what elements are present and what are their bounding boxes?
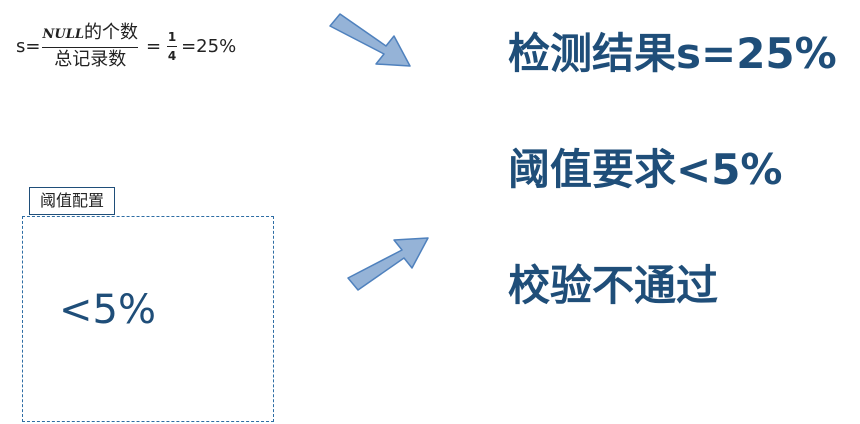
formula-equals: = — [145, 36, 162, 57]
formula-small-fraction: 1 4 — [167, 30, 178, 63]
config-box: <5% — [22, 216, 274, 422]
formula-denominator: 总记录数 — [54, 49, 127, 70]
formula-numerator-text: 的个数 — [83, 22, 138, 43]
result-detection: 检测结果s=25% — [508, 29, 837, 78]
arrow-up-right-icon — [347, 237, 429, 291]
formula-small-numerator: 1 — [167, 30, 177, 44]
arrow-down-right-icon — [329, 13, 411, 67]
formula-fraction: NULL的个数 总记录数 — [42, 22, 138, 71]
formula-lhs: s= — [16, 36, 41, 57]
formula-fraction-bar — [42, 47, 138, 48]
diagram-canvas: s= NULL的个数 总记录数 = 1 4 =25% 阈值配置 <5% 检测结果… — [0, 0, 860, 424]
formula-small-bar — [167, 46, 178, 47]
result-verdict: 校验不通过 — [508, 261, 719, 310]
config-threshold-value: <5% — [59, 287, 156, 333]
config-label: 阈值配置 — [29, 187, 116, 215]
formula: s= NULL的个数 总记录数 = 1 4 =25% — [16, 22, 236, 71]
result-threshold: 阈值要求<5% — [508, 145, 783, 194]
formula-result: =25% — [181, 36, 237, 57]
formula-small-denominator: 4 — [167, 49, 177, 63]
formula-numerator-null: NULL — [42, 27, 84, 42]
formula-numerator: NULL的个数 — [42, 22, 138, 46]
